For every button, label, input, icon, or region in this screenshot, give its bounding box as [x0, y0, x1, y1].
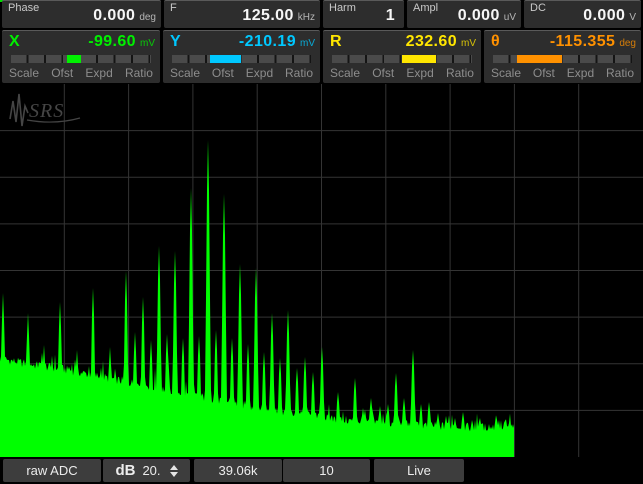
softkey-expd[interactable]: Expd	[85, 66, 112, 80]
param-label: Harm	[329, 2, 356, 14]
softkey-scale[interactable]: Scale	[170, 66, 200, 80]
db-per-div-value: 20.	[142, 463, 161, 478]
down-arrow-icon	[169, 471, 178, 477]
softkey-ofst[interactable]: Ofst	[372, 66, 394, 80]
spectrum-plot[interactable]: SRS	[0, 84, 643, 457]
softkey-ofst[interactable]: Ofst	[533, 66, 555, 80]
param-unit: deg	[139, 12, 156, 23]
gauge-segment	[402, 55, 437, 63]
param-panel-amplitude[interactable]: Ampl 0.000 uV	[407, 0, 521, 28]
srs-logo-text: SRS	[29, 100, 64, 122]
channel-panel-y[interactable]: Y -210.19 mV Scale Ofst Expd Ratio	[163, 30, 320, 83]
channel-value: 232.60	[405, 33, 457, 50]
param-value: 0.000	[93, 7, 136, 24]
param-unit: kHz	[297, 12, 315, 23]
channel-value: -99.60	[88, 33, 136, 50]
channel-offset-gauge	[332, 55, 472, 63]
channel-unit: mV	[140, 38, 155, 49]
softkey-scale[interactable]: Scale	[330, 66, 360, 80]
softkey-ratio[interactable]: Ratio	[125, 66, 153, 80]
param-label: DC	[530, 2, 546, 14]
instrument-screen: Phase 0.000 deg F 125.00 kHz Harm 1 Ampl 0…	[0, 0, 643, 484]
channel-name: X	[9, 33, 20, 50]
db-label: dB	[115, 462, 136, 479]
channel-panel-x[interactable]: X -99.60 mV Scale Ofst Expd Ratio	[2, 30, 160, 83]
param-panel-phase[interactable]: Phase 0.000 deg	[2, 0, 161, 28]
param-panel-dc-offset[interactable]: DC 0.000 V	[524, 0, 641, 28]
span-button[interactable]: 39.06k	[194, 459, 282, 482]
softkey-ratio[interactable]: Ratio	[606, 66, 634, 80]
channel-panel-r[interactable]: R 232.60 mV Scale Ofst Expd Ratio	[323, 30, 481, 83]
param-value: 1	[385, 7, 395, 24]
param-unit: uV	[503, 12, 516, 23]
gauge-segment	[210, 55, 242, 63]
param-unit: V	[629, 12, 636, 23]
channel-name: θ	[491, 33, 500, 50]
channel-unit: mV	[461, 38, 476, 49]
db-scale-button[interactable]: dB 20.	[103, 459, 190, 482]
channel-offset-gauge	[493, 55, 632, 63]
channel-value: -210.19	[238, 33, 296, 50]
gauge-segment	[67, 55, 81, 63]
span-value: 39.06k	[218, 463, 258, 478]
channel-name: R	[330, 33, 342, 50]
softkey-scale[interactable]: Scale	[491, 66, 521, 80]
channel-offset-gauge	[172, 55, 311, 63]
param-panel-frequency[interactable]: F 125.00 kHz	[164, 0, 320, 28]
srs-logo: SRS	[9, 93, 81, 127]
bottom-bar: raw ADC dB 20. 39.06k 10 Live	[0, 457, 643, 484]
param-label: Ampl	[413, 2, 439, 14]
softkey-scale[interactable]: Scale	[9, 66, 39, 80]
param-label: F	[170, 2, 177, 14]
channel-panel-theta[interactable]: θ -115.355 deg Scale Ofst Expd Ratio	[484, 30, 641, 83]
live-mode-label: Live	[407, 463, 431, 478]
gauge-segment	[516, 55, 563, 63]
average-button[interactable]: 10	[283, 459, 370, 482]
param-panel-harmonic[interactable]: Harm 1	[323, 0, 404, 28]
softkey-ratio[interactable]: Ratio	[446, 66, 474, 80]
channel-value: -115.355	[549, 33, 616, 50]
channel-offset-gauge	[11, 55, 151, 63]
trace-source-button[interactable]: raw ADC	[3, 459, 101, 482]
softkey-ratio[interactable]: Ratio	[285, 66, 313, 80]
param-value: 0.000	[457, 7, 500, 24]
up-arrow-icon	[169, 464, 178, 470]
channel-unit: mV	[300, 38, 315, 49]
softkey-ofst[interactable]: Ofst	[51, 66, 73, 80]
param-value: 0.000	[583, 7, 626, 24]
softkey-ofst[interactable]: Ofst	[212, 66, 234, 80]
param-value: 125.00	[242, 7, 294, 24]
trace-source-label: raw ADC	[26, 463, 78, 478]
softkey-expd[interactable]: Expd	[567, 66, 594, 80]
softkey-expd[interactable]: Expd	[406, 66, 433, 80]
softkey-expd[interactable]: Expd	[246, 66, 273, 80]
average-value: 10	[319, 463, 334, 478]
spinner-icon[interactable]	[169, 464, 178, 477]
channel-name: Y	[170, 33, 181, 50]
param-label: Phase	[8, 2, 40, 14]
live-mode-button[interactable]: Live	[374, 459, 464, 482]
channel-unit: deg	[619, 38, 636, 49]
